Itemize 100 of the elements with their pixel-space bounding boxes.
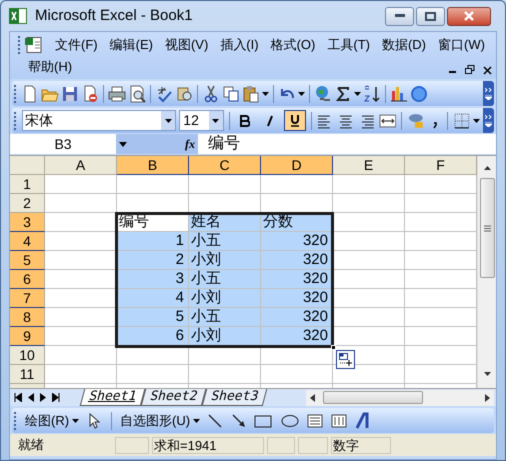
font-size-field[interactable]: 12 xyxy=(179,110,224,131)
toolbar-options-icon[interactable] xyxy=(483,81,494,106)
menu-item[interactable]: 数据(D) xyxy=(376,34,432,56)
menu-item[interactable]: 格式(O) xyxy=(264,34,322,56)
row-header[interactable]: 9 xyxy=(10,327,45,346)
function-label[interactable]: fx xyxy=(185,135,195,153)
dropdown-icon xyxy=(72,418,80,422)
row-header[interactable]: 7 xyxy=(10,289,45,308)
row-header[interactable]: 1 xyxy=(10,175,45,194)
table-cell xyxy=(405,194,477,213)
table-cell: 小刘 xyxy=(189,251,261,270)
sigma-icon[interactable] xyxy=(334,84,352,102)
row-header[interactable]: 5 xyxy=(10,251,45,270)
table-cell xyxy=(405,308,477,327)
scroll-thumb[interactable] xyxy=(323,391,423,404)
sheet-tab[interactable]: Sheet3 xyxy=(202,389,268,406)
menu-item[interactable]: 编辑(E) xyxy=(104,34,159,56)
row-header[interactable]: 2 xyxy=(10,194,45,213)
underline-icon[interactable] xyxy=(284,110,306,131)
scroll-right-icon[interactable] xyxy=(485,394,490,402)
row-header[interactable]: 6 xyxy=(10,270,45,289)
sort-icon[interactable] xyxy=(363,84,381,102)
table-cell: 小刘 xyxy=(189,289,261,308)
name-box[interactable]: B3 xyxy=(54,134,72,154)
table-cell: 小五 xyxy=(189,232,261,251)
previous-sheet-icon[interactable] xyxy=(28,393,34,402)
save-icon[interactable] xyxy=(61,84,79,102)
autofill-options-icon[interactable] xyxy=(336,350,355,369)
borders-icon[interactable] xyxy=(452,112,470,130)
table-cell: 3 xyxy=(117,270,189,289)
menu-item[interactable]: 插入(I) xyxy=(214,34,265,56)
sheet-tab[interactable]: Sheet2 xyxy=(140,389,206,406)
print-preview-icon[interactable] xyxy=(128,84,146,102)
menu-item[interactable]: 工具(T) xyxy=(321,34,376,56)
row-header[interactable]: 8 xyxy=(10,308,45,327)
row-header[interactable]: 10 xyxy=(10,346,45,365)
globe-link-icon[interactable] xyxy=(314,84,332,102)
paste-icon[interactable] xyxy=(242,84,260,102)
column-header[interactable]: A xyxy=(45,156,117,175)
maximize-button[interactable] xyxy=(416,6,445,26)
row-header[interactable]: 3 xyxy=(10,213,45,232)
menu-item[interactable]: 帮助(H) xyxy=(22,56,78,78)
table-cell xyxy=(405,270,477,289)
column-header[interactable]: D xyxy=(261,156,333,175)
row-header[interactable]: 4 xyxy=(10,232,45,251)
text-box-icon[interactable] xyxy=(306,412,324,430)
font-field[interactable]: 宋体 xyxy=(22,110,176,131)
table-cell: 320 xyxy=(261,289,333,308)
table-cell xyxy=(405,346,477,365)
spelling-icon[interactable] xyxy=(155,84,173,102)
table-cell xyxy=(189,365,261,384)
column-header[interactable]: F xyxy=(405,156,477,175)
dropdown-icon[interactable] xyxy=(119,142,127,146)
table-cell: 小五 xyxy=(189,270,261,289)
minimize-icon xyxy=(394,14,404,18)
scroll-left-icon[interactable] xyxy=(310,394,315,402)
horizontal-scrollbar[interactable] xyxy=(306,390,494,406)
bar-chart-icon[interactable] xyxy=(390,84,408,102)
table-cell xyxy=(405,213,477,232)
fill-handle[interactable] xyxy=(331,345,336,350)
window-title: Microsoft Excel - Book1 xyxy=(35,6,194,26)
cut-icon[interactable] xyxy=(202,84,220,102)
minimize-button[interactable] xyxy=(385,6,414,26)
toolbar-options-icon[interactable] xyxy=(483,108,494,133)
table-cell xyxy=(333,251,405,270)
dropdown-icon[interactable] xyxy=(298,92,305,96)
close-icon[interactable] xyxy=(483,66,492,74)
scroll-thumb[interactable] xyxy=(480,178,495,278)
dropdown-icon[interactable] xyxy=(354,92,361,96)
draw-menu[interactable]: 绘图(R) xyxy=(25,410,80,430)
menu-item[interactable]: 视图(V) xyxy=(158,34,214,56)
menu-item[interactable]: 文件(F) xyxy=(49,34,104,56)
dropdown-icon[interactable] xyxy=(262,92,269,96)
table-cell xyxy=(45,346,117,365)
workbook-icon[interactable] xyxy=(25,37,43,53)
vertical-text-icon[interactable] xyxy=(330,412,348,430)
table-cell xyxy=(405,232,477,251)
column-header[interactable]: C xyxy=(189,156,261,175)
column-header[interactable]: B xyxy=(117,156,189,175)
table-cell: 4 xyxy=(117,289,189,308)
copy-icon[interactable] xyxy=(222,84,240,102)
print-icon[interactable] xyxy=(108,84,126,102)
first-sheet-icon[interactable] xyxy=(14,393,22,402)
table-cell: 320 xyxy=(261,327,333,346)
table-cell: 小五 xyxy=(189,308,261,327)
status-panel xyxy=(298,436,328,454)
formula-field[interactable]: 编号 xyxy=(198,134,496,154)
autoshapes-menu[interactable]: 自选图形(U) xyxy=(120,410,200,430)
restore-icon[interactable] xyxy=(465,65,475,75)
menu-item[interactable]: 窗口(W) xyxy=(432,34,491,56)
next-sheet-icon[interactable] xyxy=(40,393,46,402)
last-sheet-icon[interactable] xyxy=(52,393,60,402)
sheet-tab[interactable]: Sheet1 xyxy=(80,389,146,406)
close-button[interactable] xyxy=(447,6,491,26)
dropdown-icon[interactable] xyxy=(473,118,480,122)
column-header[interactable]: E xyxy=(333,156,405,175)
vertical-scrollbar[interactable] xyxy=(477,156,496,388)
row-header[interactable]: 11 xyxy=(10,365,45,384)
merge-center-icon[interactable] xyxy=(378,112,396,130)
table-cell: 小刘 xyxy=(189,327,261,346)
